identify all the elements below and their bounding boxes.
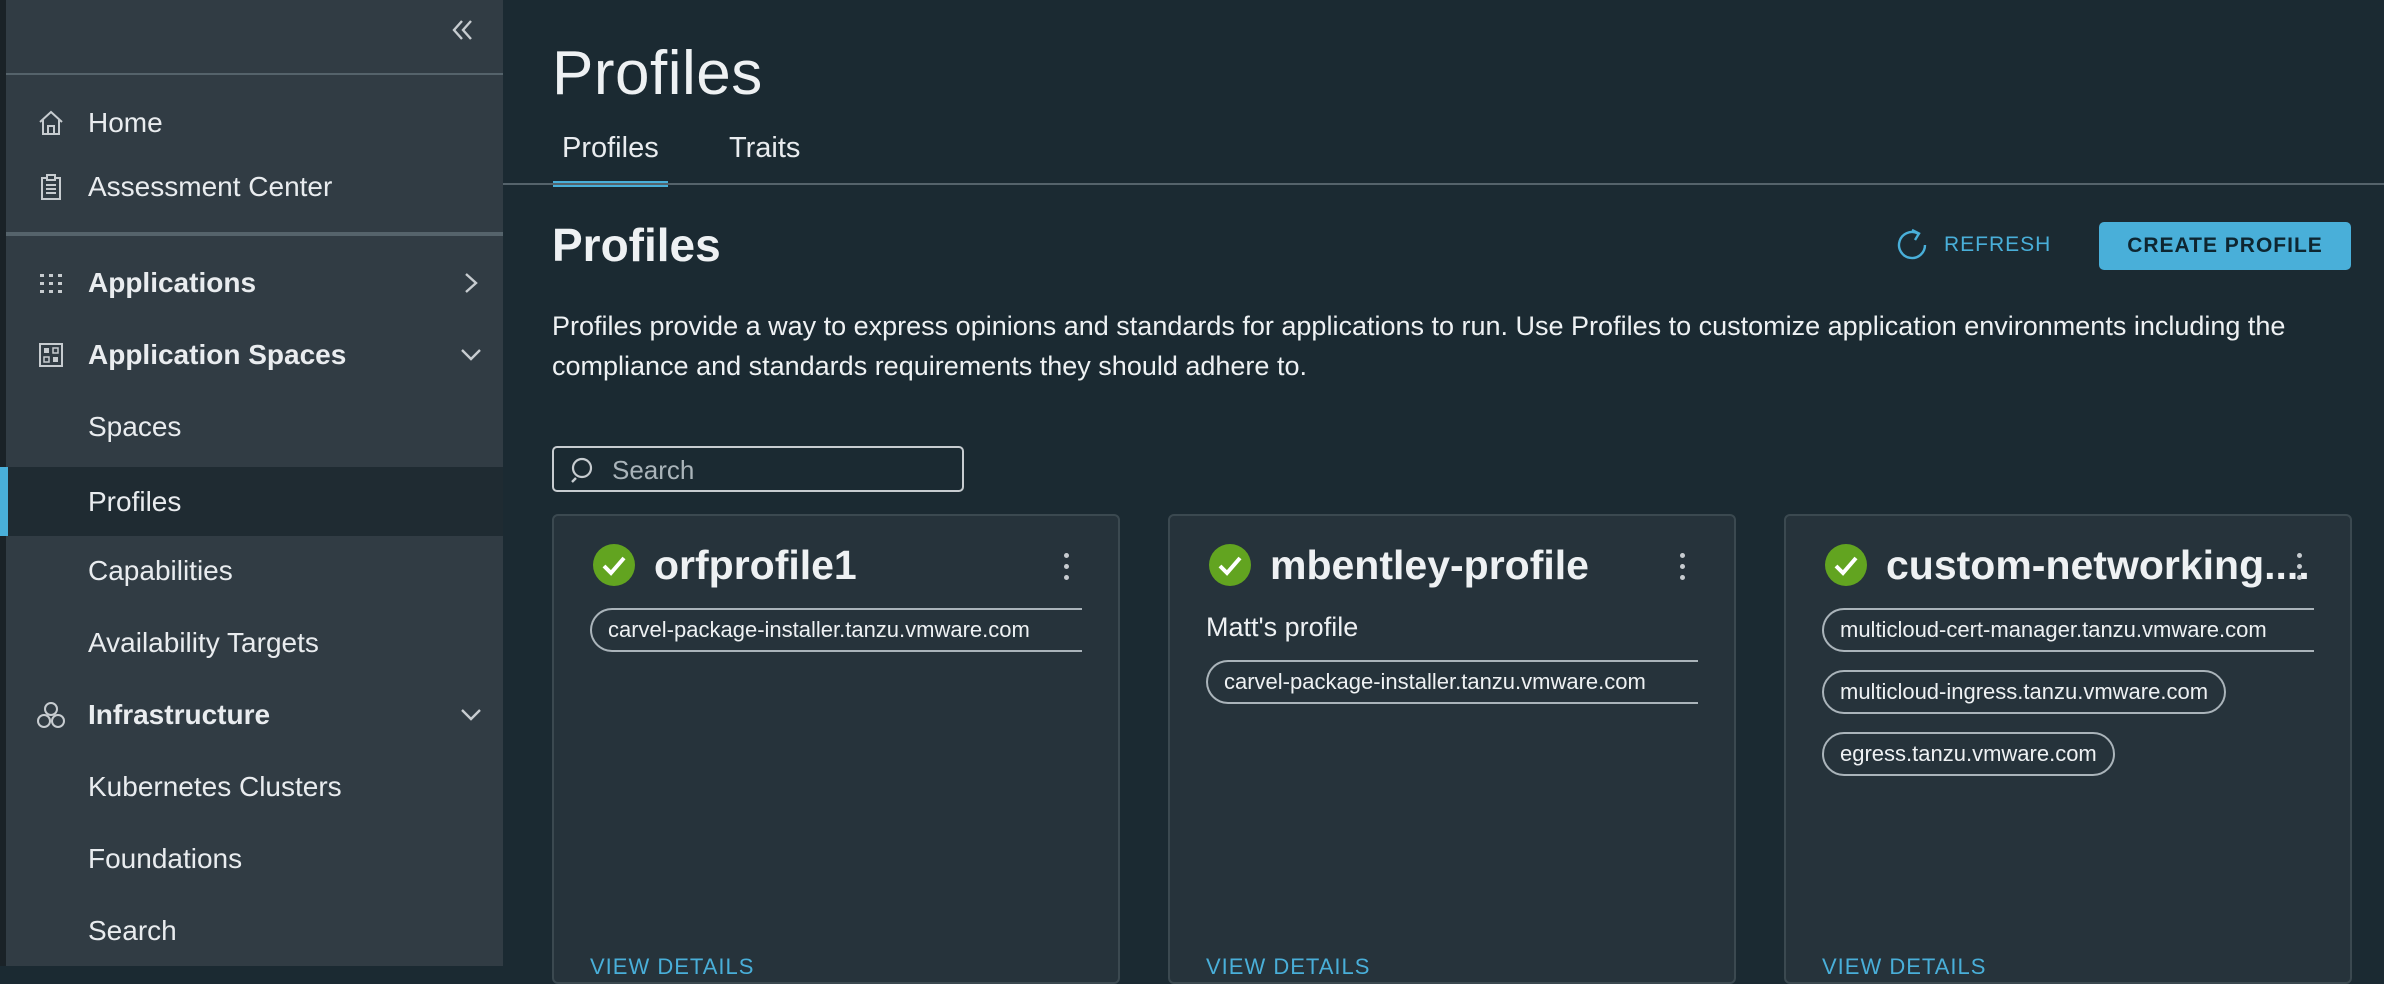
more-options-icon[interactable] <box>1054 546 1078 586</box>
chevron-right-icon <box>457 269 485 297</box>
profile-card-title[interactable]: custom-networking.... <box>1886 542 2310 589</box>
sidebar-item-label: Kubernetes Clusters <box>88 771 342 802</box>
profile-card[interactable]: mbentley-profile Matt's profile carvel-p… <box>1168 514 1736 984</box>
sidebar-divider <box>6 73 503 75</box>
sidebar-item-label: Infrastructure <box>88 699 271 730</box>
infrastructure-icon <box>36 700 66 730</box>
trait-chip: multicloud-ingress.tanzu.vmware.com <box>1822 670 2227 714</box>
check-circle-icon <box>1825 544 1867 586</box>
more-options-icon[interactable] <box>2287 546 2311 586</box>
check-circle-icon <box>1209 544 1251 586</box>
sidebar-item-spaces[interactable]: Spaces <box>6 395 503 459</box>
sidebar-divider <box>6 232 503 236</box>
profile-card[interactable]: custom-networking.... multicloud-cert-ma… <box>1784 514 2352 984</box>
tab-profiles[interactable]: Profiles <box>553 132 668 187</box>
sidebar-item-infrastructure[interactable]: Infrastructure <box>6 683 503 747</box>
sidebar-item-label: Profiles <box>88 485 182 517</box>
home-icon <box>36 108 66 138</box>
sidebar-item-label: Search <box>88 915 177 946</box>
search-input[interactable] <box>610 454 954 486</box>
sidebar-item-label: Capabilities <box>88 555 233 586</box>
page-title: Profiles <box>552 39 763 108</box>
view-details-link[interactable]: VIEW DETAILS <box>1206 954 1370 980</box>
tabs-divider <box>503 183 2384 185</box>
sidebar-item-label: Availability Targets <box>88 627 319 658</box>
trait-chip: multicloud-cert-manager.tanzu.vmware.com <box>1822 608 2314 652</box>
chevron-down-icon <box>457 701 485 729</box>
refresh-label: REFRESH <box>1944 233 2052 256</box>
sidebar-item-assessment-center[interactable]: Assessment Center <box>6 155 503 219</box>
spaces-grid-icon <box>36 340 66 370</box>
more-options-icon[interactable] <box>1670 546 1694 586</box>
refresh-button[interactable]: REFRESH <box>1892 220 2051 270</box>
sidebar-item-applications[interactable]: Applications <box>6 251 503 315</box>
grid-dots-icon <box>36 268 66 298</box>
section-title: Profiles <box>552 219 721 271</box>
trait-chip: egress.tanzu.vmware.com <box>1822 732 2115 776</box>
profile-card-description: Matt's profile <box>1206 612 1359 642</box>
profile-card-title[interactable]: orfprofile1 <box>654 542 857 589</box>
sidebar-item-label: Spaces <box>88 411 182 442</box>
trait-chip: carvel-package-installer.tanzu.vmware.co… <box>1206 660 1698 704</box>
double-chevron-left-icon <box>452 20 472 40</box>
sidebar-item-label: Application Spaces <box>88 339 347 370</box>
clipboard-icon <box>36 172 66 202</box>
search-icon <box>571 457 593 483</box>
view-details-link[interactable]: VIEW DETAILS <box>590 954 754 980</box>
create-profile-button[interactable]: CREATE PROFILE <box>2099 222 2351 270</box>
trait-chip: carvel-package-installer.tanzu.vmware.co… <box>590 608 1082 652</box>
sidebar-item-search[interactable]: Search <box>6 899 503 963</box>
sidebar-item-foundations[interactable]: Foundations <box>6 827 503 891</box>
sidebar-item-home[interactable]: Home <box>6 91 503 155</box>
sidebar-item-label: Applications <box>88 267 257 298</box>
main-content: Profiles Profiles Traits Profiles REFRES… <box>503 0 2384 984</box>
chevron-down-icon <box>457 341 485 369</box>
sidebar-item-label: Foundations <box>88 843 243 874</box>
sidebar-item-label: Assessment Center <box>88 171 333 202</box>
refresh-icon <box>1897 228 1927 260</box>
section-description: Profiles provide a way to express opinio… <box>552 311 2286 381</box>
sidebar-item-capabilities[interactable]: Capabilities <box>6 539 503 603</box>
sidebar: Home Assessment Center Applications Appl… <box>0 0 503 966</box>
profile-card[interactable]: orfprofile1 carvel-package-installer.tan… <box>552 514 1120 984</box>
tab-traits[interactable]: Traits <box>729 132 800 182</box>
sidebar-item-profiles[interactable]: Profiles <box>0 467 503 536</box>
sidebar-item-application-spaces[interactable]: Application Spaces <box>6 323 503 387</box>
search-box[interactable] <box>552 446 964 492</box>
sidebar-item-availability-targets[interactable]: Availability Targets <box>6 611 503 675</box>
sidebar-item-kubernetes-clusters[interactable]: Kubernetes Clusters <box>6 755 503 819</box>
sidebar-item-label: Home <box>88 107 163 138</box>
check-circle-icon <box>593 544 635 586</box>
view-details-link[interactable]: VIEW DETAILS <box>1822 954 1986 980</box>
collapse-sidebar-button[interactable] <box>444 12 480 48</box>
profile-card-title[interactable]: mbentley-profile <box>1270 542 1589 589</box>
